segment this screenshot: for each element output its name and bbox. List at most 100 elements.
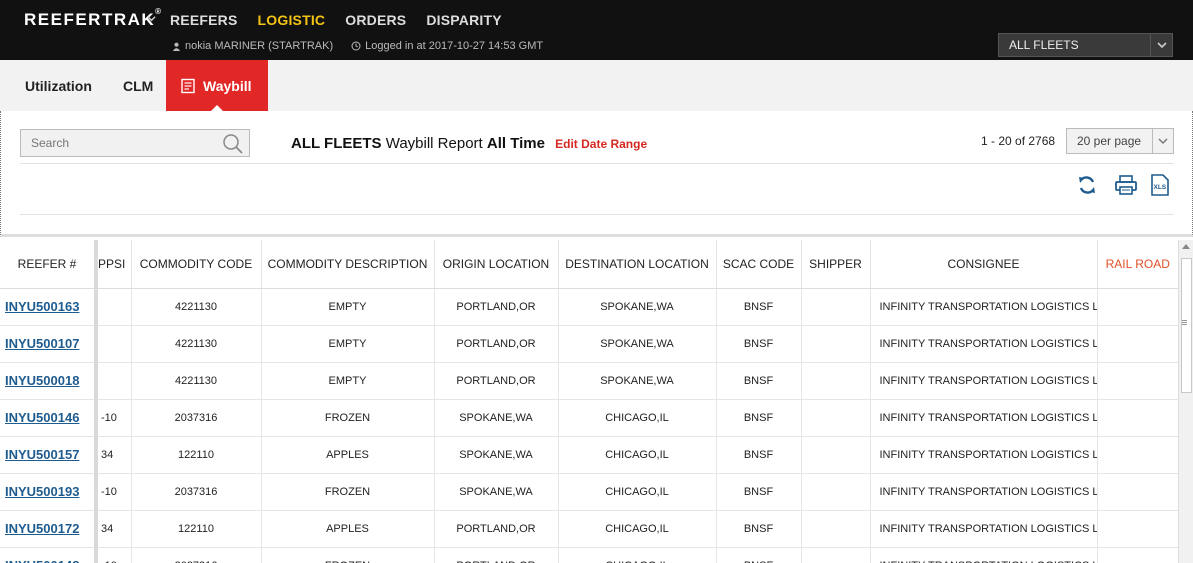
fleet-select[interactable]: ALL FLEETS [998,33,1173,57]
scroll-up-icon[interactable] [1182,244,1190,249]
tab-clm[interactable]: CLM [123,60,153,111]
table-cell: INYU500018 [0,362,98,400]
table-cell: INFINITY TRANSPORTATION LOGISTICS L [870,362,1098,400]
reefer-link[interactable]: INYU500157 [5,447,79,462]
user-icon [172,42,181,51]
table-cell: 34 [96,510,132,548]
chevron-down-icon[interactable] [147,14,156,23]
table-cell: INYU500157 [0,436,98,474]
table-cell: BNSF [716,399,802,437]
tab-utilization[interactable]: Utilization [25,60,92,111]
table-cell: INFINITY TRANSPORTATION LOGISTICS L [870,473,1098,511]
xls-export-icon[interactable]: XLS [1150,174,1170,196]
waybill-table: REEFER # PPSI COMMODITY CODE COMMODITY D… [0,240,1178,563]
chevron-down-icon[interactable] [1150,34,1172,56]
table-cell: BNSF [716,362,802,400]
table-cell [96,325,132,363]
chevron-down-icon[interactable] [1152,129,1173,153]
column-header[interactable]: PPSI [96,240,132,289]
table-cell [801,473,871,511]
table-cell: 2037316 [131,473,262,511]
search-icon[interactable] [222,133,244,155]
table-row[interactable]: INYU500146 -10 2037316 FROZEN SPOKANE,WA CHIC… [0,399,1178,437]
table-cell: SPOKANE,WA [434,399,559,437]
table-cell: INYU500193 [0,473,98,511]
table-cell: PORTLAND,OR [434,362,559,400]
table-cell [1097,473,1178,511]
table-row[interactable]: INYU500157 34 122110 APPLES SPOKANE,WA CHICAG… [0,436,1178,474]
svg-text:XLS: XLS [1154,184,1167,191]
column-header[interactable]: COMMODITY CODE [131,240,262,289]
nav-reefers[interactable]: REEFERS [170,12,238,28]
table-cell: INYU500163 [0,288,98,326]
reefer-link[interactable]: INYU500172 [5,521,79,536]
table-cell: FROZEN [261,473,435,511]
table-cell: BNSF [716,473,802,511]
table-cell: INFINITY TRANSPORTATION LOGISTICS L [870,436,1098,474]
table-row[interactable]: INYU500163 4221130 EMPTY PORTLAND,OR SPOKANE… [0,288,1178,326]
grip-icon [1182,320,1187,321]
table-row[interactable]: INYU500148 -102037316FROZENPORTLAND,ORCHI… [0,547,1178,563]
column-header[interactable]: COMMODITY DESCRIPTION [261,240,435,289]
column-header[interactable]: SCAC CODE [716,240,802,289]
reefer-link[interactable]: INYU500193 [5,484,79,499]
sub-tabs: Utilization CLM Waybill [0,60,1193,111]
refresh-icon[interactable] [1076,174,1098,196]
reefer-link[interactable]: INYU500148 [5,558,79,563]
table-cell: FROZEN [261,399,435,437]
search-input[interactable] [31,136,221,150]
table-cell: EMPTY [261,288,435,326]
report-panel: ALL FLEETS Waybill Report All Time Edit … [0,111,1193,237]
table-cell: 2037316 [131,399,262,437]
clock-icon [351,41,361,51]
column-header[interactable]: DESTINATION LOCATION [558,240,717,289]
table-cell [1097,362,1178,400]
table-cell: SPOKANE,WA [434,436,559,474]
column-header[interactable]: RAIL ROAD [1097,240,1178,289]
tab-waybill[interactable]: Waybill [166,60,268,111]
table-cell [96,288,132,326]
per-page-select[interactable]: 20 per page [1066,128,1174,154]
table-cell: SPOKANE,WA [558,288,717,326]
document-icon [181,78,195,93]
table-cell: CHICAGO,IL [558,473,717,511]
column-header[interactable]: SHIPPER [801,240,871,289]
nav-orders[interactable]: ORDERS [345,12,406,28]
table-cell: BNSF [716,547,802,563]
edit-date-range-link[interactable]: Edit Date Range [555,137,647,151]
login-time: Logged in at 2017-10-27 14:53 GMT [365,40,544,52]
table-cell: CHICAGO,IL [558,547,717,563]
column-header[interactable]: ORIGIN LOCATION [434,240,559,289]
scrollbar-thumb[interactable] [1181,258,1192,393]
table-cell: INYU500146 [0,399,98,437]
table-cell: -10 [96,473,132,511]
user-name: nokia MARINER (STARTRAK) [185,40,334,52]
report-title: ALL FLEETS Waybill Report All Time Edit … [291,135,648,152]
reefer-link[interactable]: INYU500163 [5,299,79,314]
reefer-link[interactable]: INYU500018 [5,373,79,388]
brand-logo[interactable]: REEFERTRAK® [24,7,163,30]
table-cell: PORTLAND,OR [434,325,559,363]
table-cell: INYU500148 [0,547,98,563]
table-cell: EMPTY [261,325,435,363]
column-header[interactable]: CONSIGNEE [870,240,1098,289]
table-row[interactable]: INYU500172 34 122110 APPLES PORTLAND,OR CHICA… [0,510,1178,548]
table-row[interactable]: INYU500107 4221130 EMPTY PORTLAND,OR SPOKANE… [0,325,1178,363]
table-cell: BNSF [716,325,802,363]
table-cell: 122110 [131,436,262,474]
vertical-scrollbar[interactable] [1178,240,1193,563]
table-cell: EMPTY [261,362,435,400]
nav-logistic[interactable]: LOGISTIC [258,12,326,28]
table-cell: INFINITY TRANSPORTATION LOGISTICS L [870,325,1098,363]
table-cell: 2037316 [131,547,262,563]
print-icon[interactable] [1114,174,1138,196]
nav-disparity[interactable]: DISPARITY [426,12,501,28]
table-cell [801,362,871,400]
table-cell: APPLES [261,510,435,548]
reefer-link[interactable]: INYU500146 [5,410,79,425]
table-row[interactable]: INYU500193 -10 2037316 FROZEN SPOKANE,WA CHIC… [0,473,1178,511]
column-header[interactable]: REEFER # [0,240,98,289]
reefer-link[interactable]: INYU500107 [5,336,79,351]
table-cell: 34 [96,436,132,474]
table-row[interactable]: INYU500018 4221130 EMPTY PORTLAND,OR SPOKANE… [0,362,1178,400]
